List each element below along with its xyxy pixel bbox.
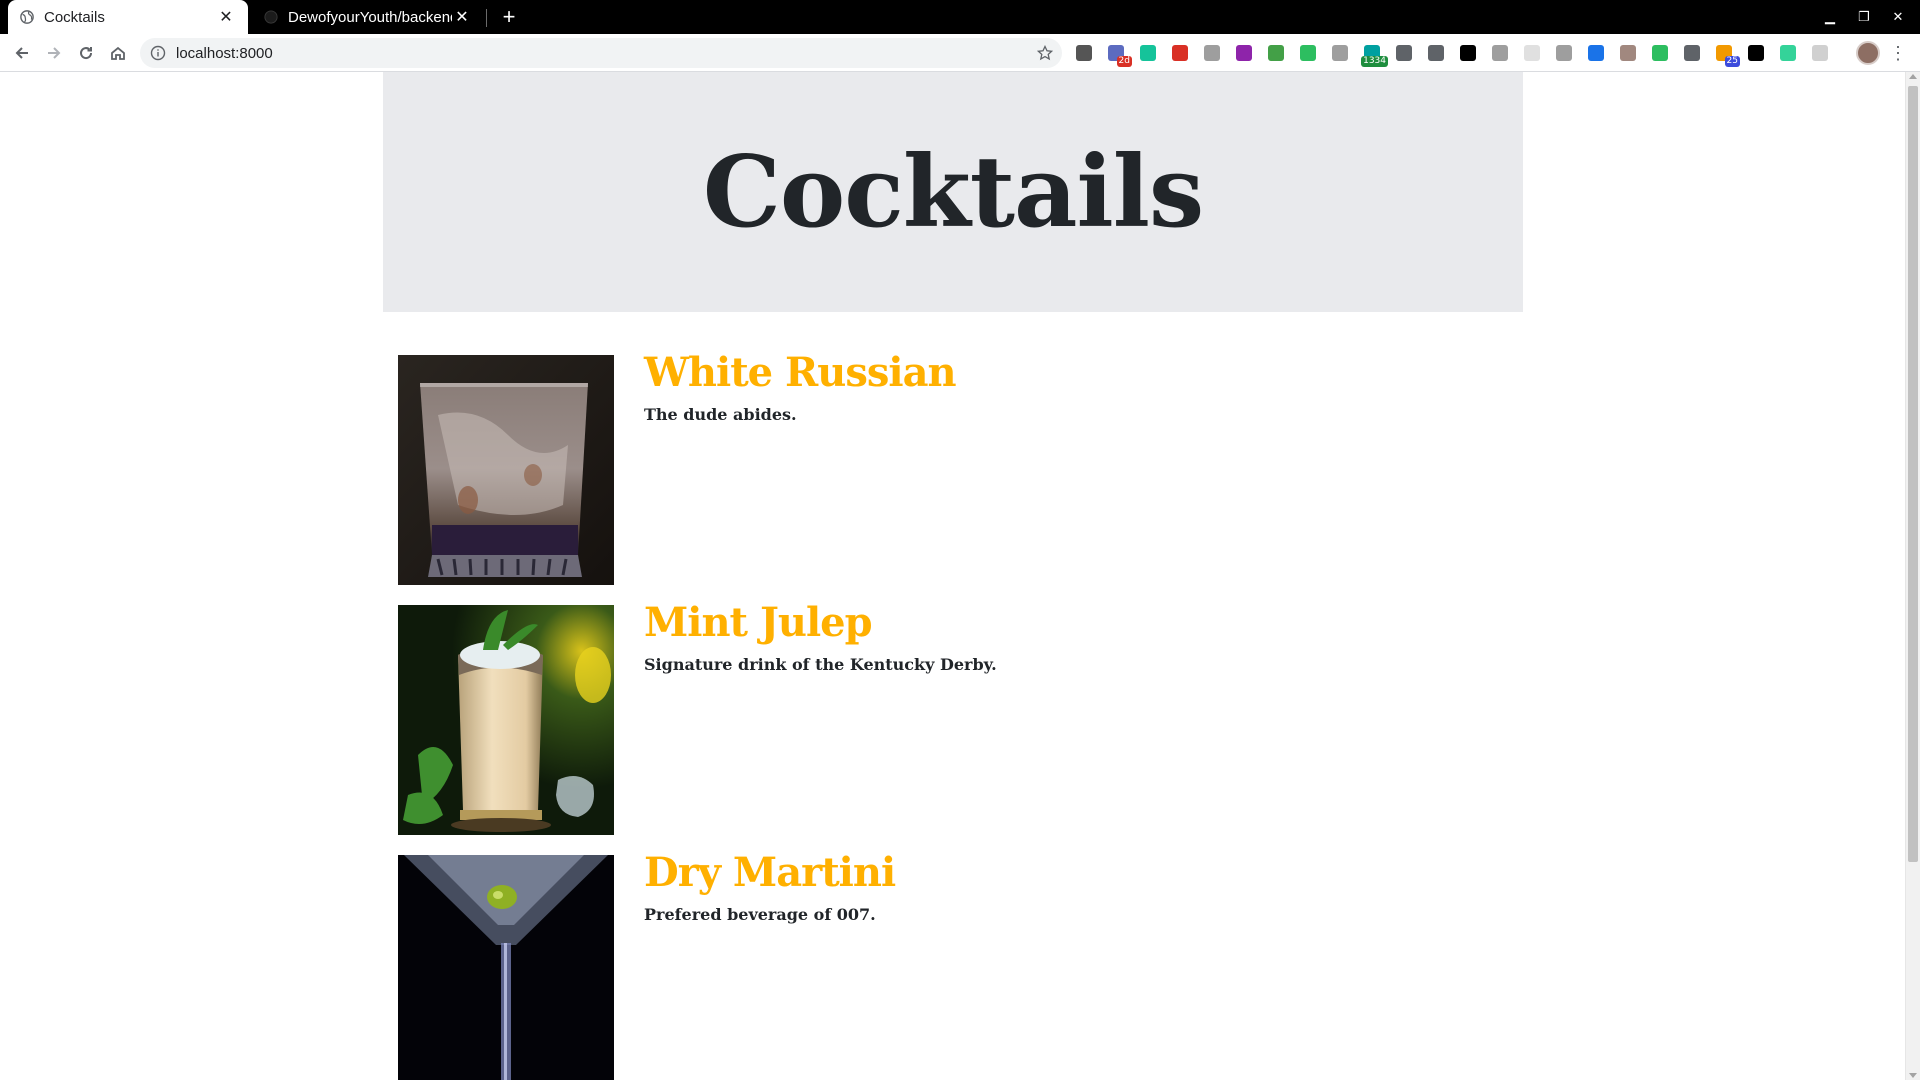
window-controls: ▁ ❐ ✕ — [1820, 0, 1908, 34]
disabled-extension-icon[interactable] — [1808, 41, 1832, 65]
paint-roller-icon[interactable] — [1488, 41, 1512, 65]
home-icon — [111, 46, 125, 60]
vue-icon-glyph — [1556, 45, 1572, 61]
disabled-extension-icon-glyph — [1812, 45, 1828, 61]
cocktail-description: The dude abides. — [644, 405, 797, 424]
color-wheel-icon-glyph — [1236, 45, 1252, 61]
moon-icon[interactable] — [1680, 41, 1704, 65]
close-tab-icon[interactable]: ✕ — [216, 7, 236, 27]
printer-icon[interactable] — [1328, 41, 1352, 65]
scroll-down-arrow-icon[interactable] — [1909, 1073, 1917, 1078]
gmail-icon-glyph — [1172, 45, 1188, 61]
home-button[interactable] — [104, 39, 132, 67]
forward-button[interactable] — [40, 39, 68, 67]
close-tab-icon[interactable]: ✕ — [452, 7, 472, 27]
pen-icon-glyph — [1588, 45, 1604, 61]
extension-badge: 1334 — [1361, 56, 1388, 67]
cube-icon[interactable] — [1200, 41, 1224, 65]
blank-icon-glyph — [1524, 45, 1540, 61]
shield-icon-glyph — [1396, 45, 1412, 61]
new-tab-button[interactable]: + — [496, 4, 522, 30]
tab-github[interactable]: DewofyourYouth/backend ✕ — [252, 0, 484, 34]
page-viewport: Cocktails White Russian The dude abides. — [0, 72, 1905, 1080]
waveform-icon[interactable] — [1776, 41, 1800, 65]
pocket-icon-glyph — [1428, 45, 1444, 61]
blank-icon[interactable] — [1520, 41, 1544, 65]
scrollbar-thumb[interactable] — [1908, 86, 1918, 862]
info-icon[interactable] — [150, 45, 166, 61]
cocktail-card-mint-julep: Mint Julep Signature drink of the Kentuc… — [398, 599, 1498, 835]
forward-arrow-icon — [48, 47, 61, 59]
white-russian-photo — [398, 355, 614, 585]
grammarly-icon-glyph — [1140, 45, 1156, 61]
cookie-icon-glyph — [1620, 45, 1636, 61]
browser-toolbar: localhost:8000 2d 1334 25 ⋮ — [0, 34, 1920, 72]
moon-icon-glyph — [1684, 45, 1700, 61]
mint-julep-photo — [398, 605, 614, 835]
globe-icon — [20, 10, 34, 24]
tab-cocktails[interactable]: Cocktails ✕ — [8, 0, 248, 34]
reload-button[interactable] — [72, 39, 100, 67]
cocktail-card-white-russian: White Russian The dude abides. — [398, 349, 1498, 585]
notion-icon-glyph — [1076, 45, 1092, 61]
url-text: localhost:8000 — [176, 44, 273, 62]
tab-strip: Cocktails ✕ DewofyourYouth/backend ✕ + ▁… — [0, 0, 1920, 34]
color-wheel-icon[interactable] — [1232, 41, 1256, 65]
back-button[interactable] — [8, 39, 36, 67]
notion-icon[interactable] — [1072, 41, 1096, 65]
rss-icon[interactable]: 25 — [1712, 41, 1740, 67]
feather-icon-glyph — [1748, 45, 1764, 61]
evernote-icon[interactable] — [1296, 41, 1320, 65]
extension-badge: 2d — [1116, 56, 1132, 67]
cocktail-name: Mint Julep — [644, 599, 873, 646]
hero-banner: Cocktails — [383, 72, 1523, 312]
vue-icon[interactable] — [1552, 41, 1576, 65]
cocktail-description: Prefered beverage of 007. — [644, 905, 876, 924]
bookmark-star-icon[interactable] — [1034, 42, 1056, 64]
github-icon — [264, 10, 278, 24]
rainbow-icon-glyph — [1268, 45, 1284, 61]
minimize-icon[interactable]: ▁ — [1820, 7, 1840, 27]
dry-martini-photo — [398, 855, 614, 1080]
close-window-icon[interactable]: ✕ — [1888, 7, 1908, 27]
page-title: Cocktails — [702, 134, 1204, 250]
browser-menu-icon[interactable]: ⋮ — [1888, 41, 1908, 65]
counter-icon[interactable]: 1334 — [1360, 41, 1388, 67]
tab-divider — [486, 9, 487, 27]
feather-icon[interactable] — [1744, 41, 1768, 65]
restore-icon[interactable]: ❐ — [1854, 7, 1874, 27]
play-icon[interactable] — [1456, 41, 1480, 65]
cocktail-card-dry-martini: Dry Martini Prefered beverage of 007. — [398, 849, 1498, 1080]
gmail-icon[interactable] — [1168, 41, 1192, 65]
cookie-icon[interactable] — [1616, 41, 1640, 65]
tab-title: DewofyourYouth/backend — [288, 8, 452, 26]
reload-icon — [80, 47, 93, 60]
cube-icon-glyph — [1204, 45, 1220, 61]
back-arrow-icon — [15, 47, 28, 59]
calendar-icon[interactable]: 2d — [1104, 41, 1132, 67]
play-icon-glyph — [1460, 45, 1476, 61]
page-scrollbar[interactable] — [1905, 72, 1920, 1080]
chat-bubble-icon[interactable] — [1648, 41, 1672, 65]
extensions-bar: 2d 1334 25 — [1072, 41, 1832, 67]
grammarly-icon[interactable] — [1136, 41, 1160, 65]
printer-icon-glyph — [1332, 45, 1348, 61]
pocket-icon[interactable] — [1424, 41, 1448, 65]
shield-icon[interactable] — [1392, 41, 1416, 65]
waveform-icon-glyph — [1780, 45, 1796, 61]
scroll-up-arrow-icon[interactable] — [1909, 74, 1917, 79]
profile-avatar[interactable] — [1856, 41, 1880, 65]
address-bar[interactable]: localhost:8000 — [140, 38, 1062, 68]
chat-bubble-icon-glyph — [1652, 45, 1668, 61]
paint-roller-icon-glyph — [1492, 45, 1508, 61]
extension-badge: 25 — [1724, 56, 1740, 67]
evernote-icon-glyph — [1300, 45, 1316, 61]
rainbow-icon[interactable] — [1264, 41, 1288, 65]
cocktail-name: White Russian — [644, 349, 957, 396]
cocktail-description: Signature drink of the Kentucky Derby. — [644, 655, 997, 674]
cocktail-name: Dry Martini — [644, 849, 896, 896]
tab-title: Cocktails — [44, 8, 105, 26]
pen-icon[interactable] — [1584, 41, 1608, 65]
